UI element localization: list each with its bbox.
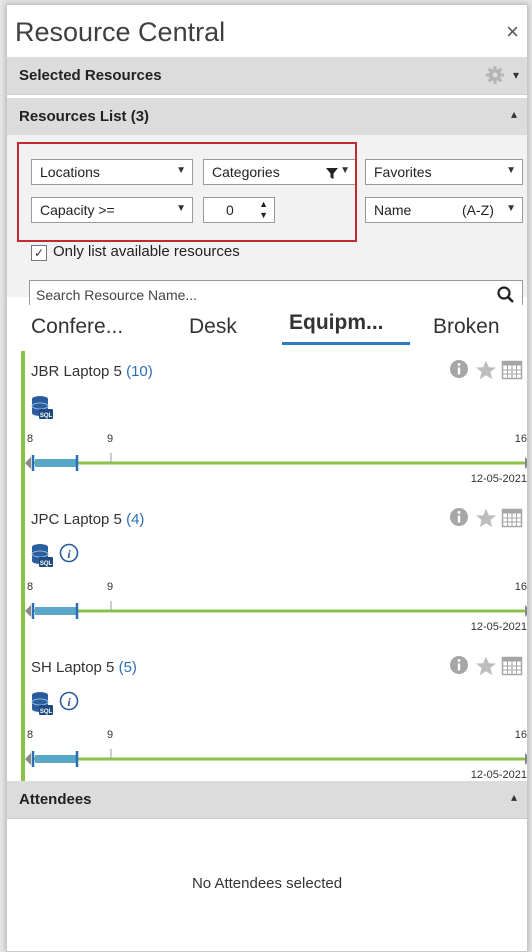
no-attendees-message: No Attendees selected: [191, 875, 343, 892]
resource-actions: [447, 655, 527, 677]
resource-name[interactable]: SH Laptop 5 (5): [31, 659, 137, 676]
search-input[interactable]: [34, 283, 478, 307]
resource-actions: [447, 359, 527, 381]
tab-desk[interactable]: Desk: [189, 315, 237, 339]
timeline-bar: [25, 453, 527, 471]
resource-card[interactable]: SH Laptop 5 (5) SQL i 8 9 16 12-05-2021: [21, 647, 527, 795]
gear-icon[interactable]: [485, 65, 505, 85]
tab-conference[interactable]: Confere...: [31, 315, 123, 339]
chevron-down-icon: ▼: [340, 165, 350, 176]
resources-list-header[interactable]: Resources List (3) ▴: [7, 98, 527, 136]
timeline-mid-label: 9: [107, 581, 114, 593]
timeline-start-label: 8: [27, 729, 34, 741]
timeline-end-label: 16: [514, 581, 527, 593]
favorite-star-icon[interactable]: [475, 655, 497, 677]
favorites-dropdown[interactable]: Favorites ▼: [365, 159, 523, 185]
categories-dropdown-label: Categories: [212, 164, 280, 180]
details-info-icon[interactable]: i: [59, 543, 79, 563]
favorite-star-icon[interactable]: [475, 359, 497, 381]
collapse-up-icon[interactable]: ▴: [511, 790, 517, 804]
svg-text:SQL: SQL: [40, 561, 53, 567]
svg-text:SQL: SQL: [40, 413, 53, 419]
details-info-icon[interactable]: i: [59, 691, 79, 711]
resource-count: (10): [126, 363, 153, 380]
timeline-date: 12-05-2021: [470, 473, 527, 485]
availability-timeline[interactable]: 8 9 16 12-05-2021: [25, 729, 527, 781]
timeline-start-label: 8: [27, 581, 34, 593]
collapse-up-icon[interactable]: ▴: [511, 107, 517, 121]
resource-name-text: JPC Laptop 5: [31, 511, 122, 528]
chevron-down-icon: ▼: [506, 203, 516, 214]
only-available-label: Only list available resources: [53, 243, 240, 260]
timeline-date: 12-05-2021: [470, 621, 527, 633]
resource-name-text: SH Laptop 5: [31, 659, 115, 676]
calendar-icon[interactable]: [501, 359, 523, 381]
tab-equipment[interactable]: Equipm...: [289, 311, 384, 335]
filter-icon: [326, 167, 338, 183]
resource-count: (4): [126, 511, 145, 528]
search-box: [29, 280, 523, 308]
resource-actions: [447, 507, 527, 529]
timeline-mid-label: 9: [107, 729, 114, 741]
tab-broken[interactable]: Broken: [433, 315, 500, 339]
info-icon[interactable]: [449, 507, 471, 529]
resource-card[interactable]: JBR Laptop 5 (10) SQL 8 9 16 12-05-2021: [21, 351, 527, 499]
timeline-bar: [25, 601, 527, 619]
favorites-dropdown-label: Favorites: [374, 164, 432, 180]
sort-name-label: Name: [374, 202, 412, 218]
locations-dropdown-label: Locations: [40, 164, 100, 180]
only-available-checkbox[interactable]: ✓: [31, 245, 47, 261]
selected-resources-header[interactable]: Selected Resources ▾: [7, 57, 527, 95]
resource-count: (5): [118, 659, 137, 676]
sql-database-icon: SQL: [31, 691, 53, 717]
timeline-mid-label: 9: [107, 433, 114, 445]
capacity-value: 0: [226, 202, 234, 218]
capacity-dropdown-label: Capacity >=: [40, 202, 115, 218]
search-icon[interactable]: [496, 285, 516, 305]
filters-area: Locations ▼ Categories ▼ Favorites ▼ Cap…: [7, 135, 527, 297]
timeline-bar: [25, 749, 527, 767]
chevron-down-icon: ▼: [506, 165, 516, 176]
capacity-dropdown[interactable]: Capacity >= ▼: [31, 197, 193, 223]
favorite-star-icon[interactable]: [475, 507, 497, 529]
title-bar: Resource Central ×: [7, 5, 527, 57]
capacity-stepper[interactable]: 0 ▲ ▼: [203, 197, 275, 223]
resource-card[interactable]: JPC Laptop 5 (4) SQL i 8 9 16 12-05-2021: [21, 499, 527, 647]
chevron-down-icon[interactable]: ▾: [513, 68, 519, 82]
category-tabs: Confere... Desk Equipm... Broken: [7, 305, 527, 353]
info-icon[interactable]: [449, 359, 471, 381]
stepper-up-icon[interactable]: ▲: [259, 199, 268, 209]
close-icon[interactable]: ×: [506, 19, 519, 45]
resource-name[interactable]: JPC Laptop 5 (4): [31, 511, 144, 528]
selected-resources-label: Selected Resources: [19, 67, 162, 84]
calendar-icon[interactable]: [501, 507, 523, 529]
categories-dropdown[interactable]: Categories ▼: [203, 159, 357, 185]
chevron-down-icon: ▼: [176, 165, 186, 176]
attendees-header[interactable]: Attendees ▴: [7, 781, 527, 819]
svg-text:SQL: SQL: [40, 709, 53, 715]
resource-name[interactable]: JBR Laptop 5 (10): [31, 363, 153, 380]
resource-central-panel: Resource Central × Selected Resources ▾ …: [6, 4, 528, 952]
timeline-end-label: 16: [514, 729, 527, 741]
sort-dropdown[interactable]: Name (A-Z) ▼: [365, 197, 523, 223]
stepper-down-icon[interactable]: ▼: [259, 210, 268, 220]
timeline-end-label: 16: [514, 433, 527, 445]
active-tab-indicator: [282, 342, 410, 345]
chevron-down-icon: ▼: [176, 203, 186, 214]
locations-dropdown[interactable]: Locations ▼: [31, 159, 193, 185]
timeline-start-label: 8: [27, 433, 34, 445]
info-icon[interactable]: [449, 655, 471, 677]
timeline-date: 12-05-2021: [470, 769, 527, 781]
availability-timeline[interactable]: 8 9 16 12-05-2021: [25, 581, 527, 633]
sql-database-icon: SQL: [31, 543, 53, 569]
attendees-label: Attendees: [19, 791, 92, 808]
sql-database-icon: SQL: [31, 395, 53, 421]
resource-name-text: JBR Laptop 5: [31, 363, 122, 380]
calendar-icon[interactable]: [501, 655, 523, 677]
availability-timeline[interactable]: 8 9 16 12-05-2021: [25, 433, 527, 485]
resources-list-label: Resources List (3): [19, 108, 150, 125]
panel-title: Resource Central: [15, 17, 226, 47]
sort-order-label: (A-Z): [462, 202, 494, 218]
